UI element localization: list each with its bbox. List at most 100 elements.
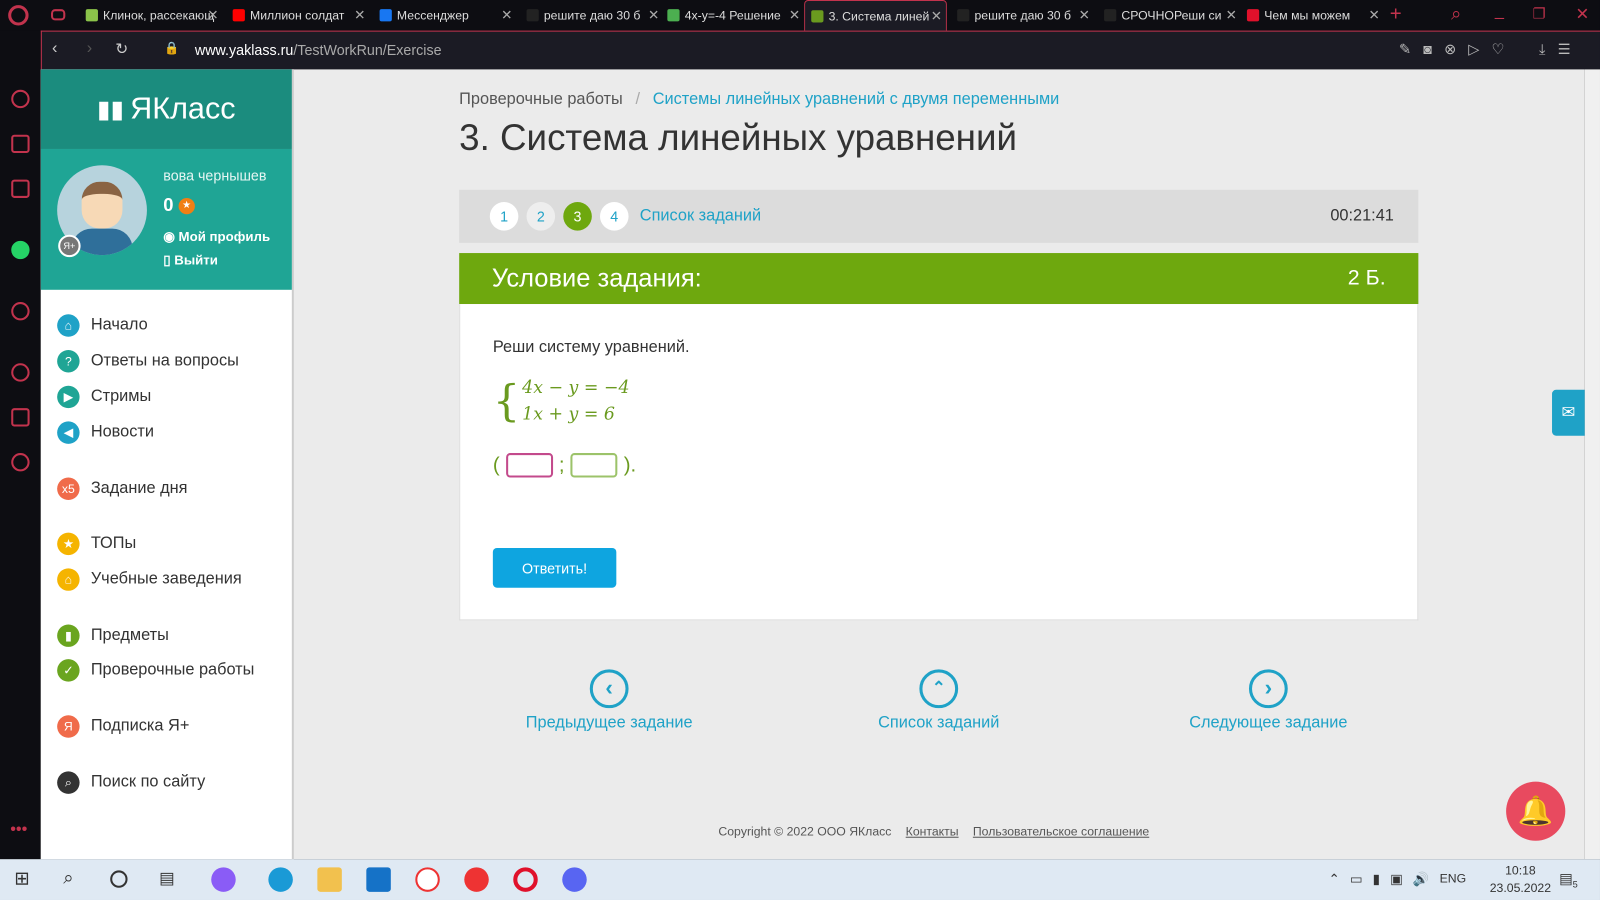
breadcrumb-current[interactable]: Системы линейных уравнений с двумя перем… <box>653 91 1060 108</box>
task-step-3[interactable]: 3 <box>563 202 592 231</box>
sidebar-item[interactable]: ? Ответы на вопросы <box>57 349 239 373</box>
sidebar-item[interactable]: Я Подписка Я+ <box>57 715 189 738</box>
task-step-4[interactable]: 4 <box>599 202 629 231</box>
language-indicator[interactable]: ENG <box>1440 871 1467 887</box>
reload-icon[interactable]: ↻ <box>115 40 128 58</box>
tab-close-icon[interactable]: ✕ <box>501 7 512 23</box>
yandex-icon[interactable] <box>464 867 489 892</box>
contacts-link[interactable]: Контакты <box>906 824 959 838</box>
settings-icon[interactable] <box>11 453 30 472</box>
page-scrollbar[interactable] <box>1584 69 1600 860</box>
sidebar-item[interactable]: ▮ Предметы <box>57 624 169 647</box>
browser-tab[interactable]: Чем мы можем ✕ <box>1241 0 1384 31</box>
close-window-button[interactable]: ✕ <box>1575 4 1589 24</box>
notification-center-icon[interactable]: ▤5 <box>1559 870 1578 889</box>
game-icon[interactable] <box>51 9 66 21</box>
twitch-icon[interactable] <box>11 179 30 198</box>
sidebar-item[interactable]: ▶ Стримы <box>57 385 151 409</box>
forward-icon[interactable]: › <box>87 40 92 58</box>
opera-logo-icon[interactable] <box>8 5 29 26</box>
sidebar-item[interactable]: ⌂ Начало <box>57 314 148 337</box>
url-field[interactable]: www.yaklass.ru/TestWorkRun/Exercise <box>195 42 442 58</box>
tab-close-icon[interactable]: ✕ <box>1079 7 1090 23</box>
tray-chevron-icon[interactable]: ⌃ <box>1329 871 1340 887</box>
cortana-icon[interactable] <box>110 870 128 888</box>
more-icon[interactable]: ••• <box>10 821 27 839</box>
edge-icon[interactable] <box>268 867 293 892</box>
tab-close-icon[interactable]: ✕ <box>931 8 942 24</box>
clock-date: 23.05.2022 <box>1489 880 1552 895</box>
browser-tab[interactable]: решите даю 30 б ✕ <box>520 0 663 31</box>
adblock-icon[interactable]: ⊗ <box>1444 41 1456 58</box>
menu-icon[interactable]: ☰ <box>1558 41 1571 58</box>
speed-dial-icon[interactable] <box>11 89 30 109</box>
task-view-icon[interactable]: ▤ <box>159 868 174 888</box>
camera-icon[interactable]: ◙ <box>1423 41 1432 58</box>
shop-icon[interactable] <box>11 134 30 154</box>
whatsapp-icon[interactable] <box>11 240 30 260</box>
sidebar-item[interactable]: x5 Задание дня <box>57 477 187 500</box>
opera-taskbar-icon[interactable] <box>513 867 538 892</box>
tab-close-icon[interactable]: ✕ <box>1226 7 1237 23</box>
browser-tab[interactable]: 3. Система линей ✕ <box>804 0 947 31</box>
volume-icon[interactable]: 🔊 <box>1413 871 1430 887</box>
tab-close-icon[interactable]: ✕ <box>1368 7 1379 23</box>
minimize-button[interactable]: _ <box>1495 2 1504 20</box>
back-icon[interactable]: ‹ <box>52 40 57 58</box>
clock[interactable]: 10:18 23.05.2022 <box>1485 863 1556 895</box>
breadcrumb-root[interactable]: Проверочные работы <box>459 91 623 108</box>
browser-tab[interactable]: Клинок, рассекающ ✕ <box>80 0 223 31</box>
site-logo[interactable]: ▮▮ ЯКласс <box>40 69 292 149</box>
profile-icon: ◉ <box>163 228 179 244</box>
browser-tab[interactable]: Мессенджер ✕ <box>373 0 516 31</box>
my-profile-link[interactable]: ◉ Мой профиль <box>163 229 270 245</box>
mail-icon[interactable] <box>366 867 391 892</box>
task-list-link-top[interactable]: Список заданий <box>640 207 761 225</box>
previous-task-link[interactable]: ‹ Предыдущее задание <box>524 669 693 732</box>
discord-icon[interactable] <box>562 867 587 892</box>
tab-close-icon[interactable]: ✕ <box>789 7 800 23</box>
notification-bell-button[interactable]: 🔔 <box>1506 781 1566 841</box>
extensions-icon[interactable] <box>11 408 30 427</box>
restore-button[interactable]: ❐ <box>1533 5 1546 22</box>
yandex-browser-icon[interactable] <box>415 867 440 892</box>
sidebar-item[interactable]: ★ ТОПы <box>57 532 136 556</box>
new-tab-button[interactable]: + <box>1390 3 1402 26</box>
player-icon[interactable] <box>11 302 30 321</box>
sidebar-item[interactable]: ◀ Новости <box>57 421 154 444</box>
browser-tab[interactable]: СРОЧНОРеши си ✕ <box>1098 0 1241 31</box>
mic-icon[interactable]: ▮ <box>1373 871 1380 887</box>
tab-close-icon[interactable]: ✕ <box>648 7 659 23</box>
alice-icon[interactable] <box>211 867 236 892</box>
browser-tab[interactable]: Миллион солдат ✕ <box>227 0 370 31</box>
browser-tab[interactable]: 4x-y=-4 Решение ✕ <box>661 0 804 31</box>
logout-link[interactable]: ▯ Выйти <box>163 252 218 268</box>
device-icon[interactable]: ▭ <box>1350 871 1363 887</box>
sidebar-item[interactable]: ⌂ Учебные заведения <box>57 568 242 591</box>
submit-answer-button[interactable]: Ответить! <box>492 547 617 588</box>
history-icon[interactable] <box>11 363 30 382</box>
search-taskbar-icon[interactable]: ⌕ <box>63 867 73 888</box>
tab-close-icon[interactable]: ✕ <box>207 7 218 23</box>
windows-taskbar: ⊞ ⌕ ▤ ⌃ ▭ ▮ ▣ 🔊 ENG 10:18 23.05.2022 ▤5 <box>0 859 1600 900</box>
file-explorer-icon[interactable] <box>317 867 342 892</box>
start-icon[interactable]: ⊞ <box>14 868 29 889</box>
mail-feedback-button[interactable]: ✉ <box>1552 389 1585 436</box>
task-step-2[interactable]: 2 <box>526 202 556 231</box>
agreement-link[interactable]: Пользовательское соглашение <box>973 824 1149 838</box>
network-icon[interactable]: ▣ <box>1390 871 1403 887</box>
tab-close-icon[interactable]: ✕ <box>354 7 365 23</box>
answer-y-input[interactable] <box>570 453 618 478</box>
search-tabs-icon[interactable]: ⌕ <box>1451 3 1461 24</box>
download-icon[interactable]: ⤓ <box>1539 41 1545 58</box>
task-step-1[interactable]: 1 <box>489 202 519 231</box>
task-list-link-bottom[interactable]: ⌃ Список заданий <box>867 669 1010 732</box>
next-task-link[interactable]: › Следующее задание <box>1184 669 1353 732</box>
send-icon[interactable]: ▷ <box>1468 41 1479 58</box>
snap-icon[interactable]: ✎ <box>1399 41 1411 58</box>
sidebar-item[interactable]: ✓ Проверочные работы <box>57 659 254 682</box>
browser-tab[interactable]: решите даю 30 б ✕ <box>951 0 1094 31</box>
answer-x-input[interactable] <box>505 453 553 478</box>
sidebar-item[interactable]: ⌕ Поиск по сайту <box>57 771 205 794</box>
heart-icon[interactable]: ♡ <box>1492 41 1505 58</box>
